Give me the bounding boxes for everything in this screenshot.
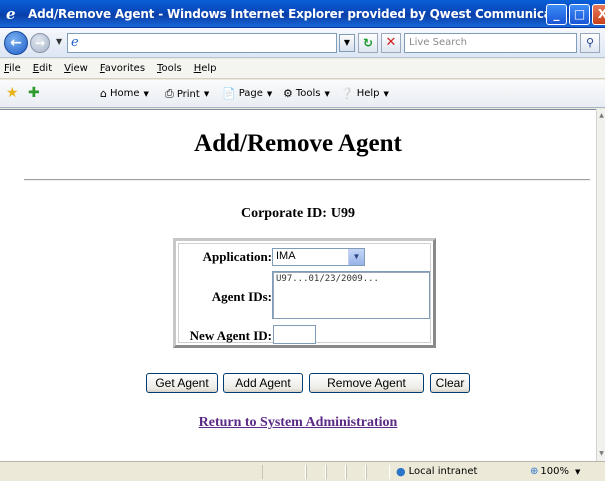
clear-button[interactable]: Clear — [430, 373, 470, 393]
scroll-down-icon[interactable]: ▼ — [597, 447, 605, 461]
close-button[interactable]: X — [592, 4, 605, 25]
menu-edit[interactable]: Edit — [33, 63, 52, 74]
window-titlebar: e Add/Remove Agent - Windows Internet Ex… — [0, 0, 605, 28]
history-dropdown-icon[interactable]: ▼ — [56, 37, 62, 46]
status-segment — [262, 465, 306, 479]
search-button[interactable]: ⚲ — [580, 33, 600, 53]
window-title: Add/Remove Agent - Windows Internet Expl… — [28, 6, 558, 21]
add-favorites-icon[interactable]: ✚ — [28, 86, 40, 100]
status-bar: ● Local intranet ⊕ 100% ▼ — [0, 461, 605, 481]
security-zone-label: Local intranet — [408, 466, 478, 477]
status-segment — [326, 465, 346, 479]
forward-button[interactable]: → — [30, 33, 50, 53]
menu-help[interactable]: Help — [194, 63, 217, 74]
page-content: Add/Remove Agent Corporate ID: U99 Applic… — [0, 109, 596, 461]
application-select-value: IMA — [276, 250, 296, 262]
print-button[interactable]: ⎙ Print ▼ — [165, 87, 209, 101]
address-toolbar: ← → ▼ e ▼ ↻ ✕ Live Search ⚲ — [0, 28, 605, 58]
zoom-control[interactable]: ⊕ 100% ▼ — [530, 466, 580, 477]
agent-ids-list[interactable]: U97...01/23/2009... — [272, 271, 430, 319]
status-segment — [306, 465, 326, 479]
page-icon: e — [71, 35, 79, 50]
corporate-id: Corporate ID: U99 — [0, 206, 596, 222]
corporate-id-label: Corporate ID: — [240, 206, 327, 221]
address-dropdown-button[interactable]: ▼ — [339, 34, 355, 52]
agent-ids-label: Agent IDs: — [211, 289, 272, 304]
zoom-level: 100% — [540, 466, 569, 477]
chevron-down-icon: ▼ — [324, 89, 330, 98]
globe-icon: ● — [396, 465, 406, 478]
get-agent-button[interactable]: Get Agent — [146, 373, 218, 393]
corporate-id-value: U99 — [330, 206, 356, 221]
refresh-button[interactable]: ↻ — [358, 33, 378, 53]
status-segment — [366, 465, 390, 479]
favorites-star-icon[interactable]: ★ — [6, 86, 19, 100]
menu-view[interactable]: View — [64, 63, 88, 74]
security-zone[interactable]: ● Local intranet — [396, 465, 477, 478]
chevron-down-icon: ▼ — [383, 89, 389, 98]
page-doc-icon: 📄 — [222, 87, 236, 100]
page-button[interactable]: 📄 Page ▼ — [222, 87, 272, 100]
stop-button[interactable]: ✕ — [381, 33, 401, 53]
command-bar: ★ ✚ ⌂ Home ▼ ⎙ Print ▼ 📄 Page ▼ ⚙ Tools … — [0, 80, 605, 108]
scroll-up-icon[interactable]: ▲ — [597, 109, 605, 123]
help-button[interactable]: ❔ Help ▼ — [340, 87, 389, 100]
minimize-button[interactable]: _ — [546, 4, 567, 25]
vertical-scrollbar[interactable]: ▲ ▼ — [596, 109, 605, 461]
help-icon: ❔ — [340, 87, 354, 100]
menu-tools[interactable]: Tools — [157, 63, 182, 74]
address-input[interactable]: e — [67, 33, 337, 53]
maximize-button[interactable]: □ — [569, 4, 590, 25]
chevron-down-icon: ▼ — [574, 467, 581, 476]
back-button[interactable]: ← — [4, 31, 28, 55]
return-to-system-administration-link[interactable]: Return to System Administration — [0, 415, 596, 431]
agent-form: Application: IMA ▼ Agent IDs: U97...01/2… — [173, 238, 436, 348]
home-button[interactable]: ⌂ Home ▼ — [100, 87, 149, 100]
chevron-down-icon: ▼ — [203, 90, 210, 98]
gear-icon: ⚙ — [283, 87, 293, 100]
page-title: Add/Remove Agent — [194, 130, 402, 157]
new-agent-id-input[interactable] — [273, 325, 316, 344]
menu-favorites[interactable]: Favorites — [100, 63, 145, 74]
chevron-down-icon: ▼ — [143, 89, 149, 98]
horizontal-divider — [24, 179, 590, 181]
application-label: Application: — [202, 249, 272, 264]
remove-agent-button[interactable]: Remove Agent — [309, 373, 424, 393]
help-label: Help — [356, 88, 380, 99]
tools-label: Tools — [295, 88, 321, 99]
menu-bar: File Edit View Favorites Tools Help — [0, 59, 605, 79]
home-icon: ⌂ — [100, 87, 107, 100]
page-label: Page — [238, 88, 263, 99]
home-label: Home — [109, 88, 140, 99]
chevron-down-icon: ▼ — [266, 89, 273, 98]
menu-file[interactable]: File — [4, 63, 21, 74]
tools-button[interactable]: ⚙ Tools ▼ — [283, 87, 330, 100]
zoom-icon: ⊕ — [530, 466, 539, 477]
application-select[interactable]: IMA ▼ — [272, 248, 365, 266]
ie-logo-icon: e — [6, 4, 16, 23]
chevron-down-icon[interactable]: ▼ — [348, 249, 364, 265]
printer-icon: ⎙ — [165, 87, 174, 100]
print-label: Print — [176, 88, 200, 100]
status-segment — [346, 465, 366, 479]
search-input[interactable]: Live Search — [404, 33, 577, 53]
add-agent-button[interactable]: Add Agent — [223, 373, 303, 393]
new-agent-id-label: New Agent ID: — [189, 328, 272, 343]
